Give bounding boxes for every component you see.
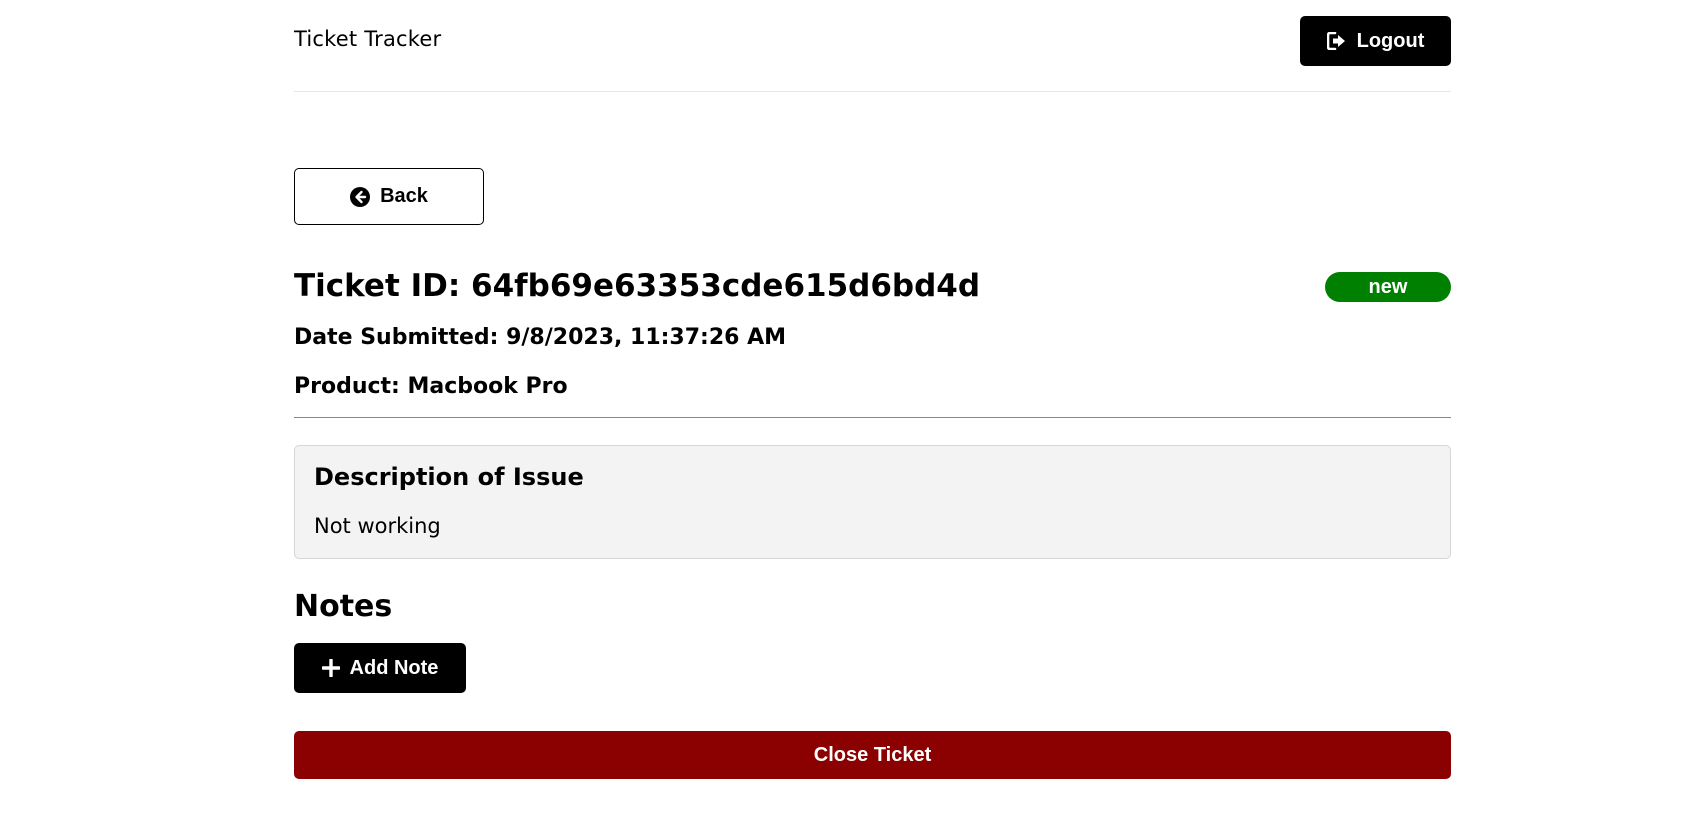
notes-title: Notes <box>294 589 393 624</box>
description-box: Description of Issue Not working <box>294 445 1451 559</box>
back-button[interactable]: Back <box>294 168 484 225</box>
add-note-button[interactable]: Add Note <box>294 643 466 693</box>
back-label: Back <box>380 185 428 207</box>
product: Product: Macbook Pro <box>294 374 568 399</box>
page-container: Ticket Tracker Logout Back Ticket ID: 64… <box>294 0 1451 779</box>
add-note-label: Add Note <box>349 656 439 679</box>
close-ticket-button[interactable]: Close Ticket <box>294 731 1451 779</box>
description-text: Not working <box>314 514 441 538</box>
description-title: Description of Issue <box>314 463 584 491</box>
sign-out-icon <box>1326 32 1347 50</box>
logout-button[interactable]: Logout <box>1300 16 1451 66</box>
plus-icon <box>321 659 340 677</box>
ticket-id: Ticket ID: 64fb69e63353cde615d6bd4d <box>294 268 981 304</box>
logout-label: Logout <box>1356 29 1425 52</box>
divider <box>294 417 1451 418</box>
app-header: Ticket Tracker Logout <box>294 0 1451 92</box>
status-badge: new <box>1325 272 1451 302</box>
arrow-circle-left-icon <box>350 186 371 207</box>
app-title[interactable]: Ticket Tracker <box>294 27 441 51</box>
date-submitted: Date Submitted: 9/8/2023, 11:37:26 AM <box>294 325 787 350</box>
